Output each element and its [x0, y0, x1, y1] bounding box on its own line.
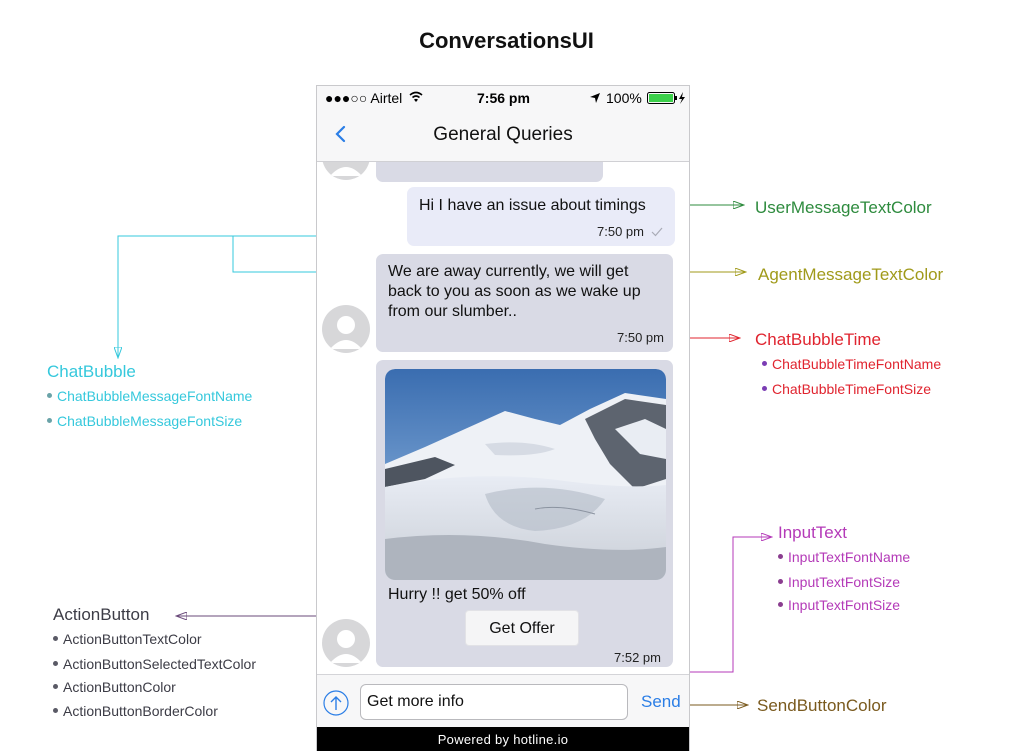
label-chat-bubble-message-font-name: ChatBubbleMessageFontName	[47, 388, 252, 404]
location-arrow-icon	[590, 93, 600, 103]
agent-message-bubble: We are away currently, we will get back …	[376, 254, 673, 352]
label-chat-bubble-time: ChatBubbleTime	[755, 330, 881, 349]
carrier-label: ●●●○○ Airtel	[325, 90, 403, 106]
label-action-button-selected-text-color: ActionButtonSelectedTextColor	[53, 656, 256, 672]
label-send-button-color: SendButtonColor	[757, 696, 887, 715]
phone-frame: ●●●○○ Airtel 7:56 pm 100% General Querie…	[316, 85, 690, 751]
message-input[interactable]: Get more info	[360, 684, 628, 720]
user-silhouette-icon	[330, 630, 362, 663]
label-action-button: ActionButton	[53, 605, 150, 624]
user-silhouette-icon	[330, 167, 362, 176]
user-silhouette-icon	[330, 316, 362, 349]
label-input-text-font-size: InputTextFontSize	[778, 574, 900, 590]
agent-message-line-1: We are away currently, we will get	[388, 263, 629, 280]
send-button[interactable]: Send	[641, 692, 681, 712]
status-time: 7:56 pm	[477, 90, 530, 106]
battery-icon	[647, 92, 685, 104]
label-chat-bubble-time-font-size: ChatBubbleTimeFontSize	[762, 381, 931, 397]
battery-percent: 100%	[606, 90, 642, 106]
label-chat-bubble-time-font-name: ChatBubbleTimeFontName	[762, 356, 941, 372]
chat-bubble-time: 7:50 pm	[597, 224, 644, 239]
label-action-button-color: ActionButtonColor	[53, 679, 176, 695]
chat-bubble-partial	[376, 162, 603, 182]
message-list[interactable]: Hi I have an issue about timings 7:50 pm…	[317, 162, 689, 674]
snow-mountain-image[interactable]	[385, 369, 666, 580]
agent-offer-bubble: Hurry !! get 50% off Get Offer 7:52 pm	[376, 360, 673, 667]
nav-bar: General Queries	[317, 110, 689, 162]
avatar	[322, 162, 370, 180]
conversation-title: General Queries	[433, 124, 573, 145]
input-bar: Get more info Send	[317, 674, 689, 728]
label-chat-bubble-message-font-size: ChatBubbleMessageFontSize	[47, 413, 242, 429]
avatar	[322, 619, 370, 667]
label-action-button-border-color: ActionButtonBorderColor	[53, 703, 218, 719]
label-user-message-text-color: UserMessageTextColor	[755, 198, 932, 217]
label-agent-message-text-color: AgentMessageTextColor	[758, 265, 944, 284]
agent-message-line-2: back to you as soon as we wake up	[388, 283, 641, 300]
checkmark-icon	[651, 227, 663, 237]
label-action-button-text-color: ActionButtonTextColor	[53, 631, 202, 647]
action-button[interactable]: Get Offer	[465, 610, 579, 646]
action-button-label: Get Offer	[489, 620, 555, 637]
offer-text: Hurry !! get 50% off	[388, 586, 526, 603]
avatar	[322, 305, 370, 353]
user-message-text: Hi I have an issue about timings	[419, 197, 646, 214]
wifi-icon	[409, 91, 423, 102]
chat-bubble-time: 7:50 pm	[617, 330, 664, 345]
user-message-bubble: Hi I have an issue about timings 7:50 pm	[407, 187, 675, 246]
label-input-text: InputText	[778, 523, 847, 542]
status-bar: ●●●○○ Airtel 7:56 pm 100%	[317, 86, 689, 110]
agent-message-line-3: from our slumber..	[388, 303, 517, 320]
label-input-text-font-name: InputTextFontName	[778, 549, 910, 565]
chat-bubble-time: 7:52 pm	[614, 650, 661, 665]
label-input-text-font-size-2: InputTextFontSize	[778, 597, 900, 613]
arrow-up-circle-icon[interactable]	[323, 690, 349, 716]
label-chat-bubble: ChatBubble	[47, 362, 136, 381]
powered-by-footer[interactable]: Powered by hotline.io	[317, 727, 689, 751]
